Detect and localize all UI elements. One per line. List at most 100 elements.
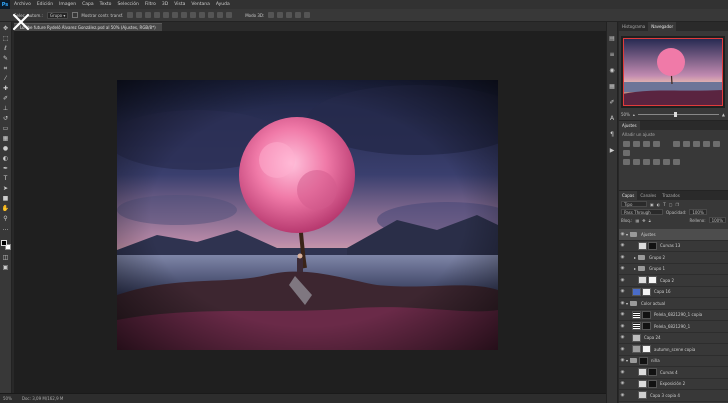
visibility-eye-icon[interactable]: ◉ — [619, 358, 626, 363]
align-middle-icon[interactable] — [136, 12, 143, 18]
visibility-eye-icon[interactable]: ◉ — [619, 266, 626, 271]
crop-tool-icon[interactable]: ⌗ — [2, 65, 10, 73]
zoom-slider[interactable] — [637, 111, 719, 117]
black-white-icon[interactable] — [703, 141, 710, 147]
tab-channels[interactable]: Canales — [637, 193, 659, 198]
shape-tool-icon[interactable]: ■ — [2, 195, 10, 203]
visibility-eye-icon[interactable]: ◉ — [619, 255, 626, 260]
lock-pixels-icon[interactable]: ▦ — [635, 218, 639, 223]
actions-icon[interactable]: ▶ — [608, 146, 616, 154]
layer-row[interactable]: ◉ Capa 16 — [619, 287, 728, 298]
menu-capa[interactable]: Capa — [82, 2, 94, 7]
layer-row[interactable]: ◉ ▾ Ajustes — [619, 229, 728, 241]
dodge-tool-icon[interactable]: ◐ — [2, 155, 10, 163]
expand-icon[interactable]: ▾ — [626, 232, 628, 237]
levels-icon[interactable] — [633, 141, 640, 147]
color-swatches[interactable] — [0, 240, 11, 250]
tab-layers[interactable]: Capas — [619, 191, 638, 200]
distribute-left-icon[interactable] — [208, 12, 215, 18]
autoselect-dropdown[interactable]: Grupo ▾ — [46, 11, 69, 19]
curves-icon[interactable] — [643, 141, 650, 147]
character-icon[interactable]: A — [608, 114, 616, 122]
move-tool-icon[interactable]: ✥ — [2, 25, 10, 33]
selective-color-icon[interactable] — [673, 159, 680, 165]
align-left-icon[interactable] — [154, 12, 161, 18]
invert-icon[interactable] — [633, 159, 640, 165]
align-center-icon[interactable] — [163, 12, 170, 18]
layer-row[interactable]: ◉ ▸ Grupo 2 — [619, 252, 728, 264]
align-right-icon[interactable] — [172, 12, 179, 18]
hue-saturation-icon[interactable] — [683, 141, 690, 147]
opacity-field[interactable]: 100% — [689, 209, 707, 215]
layer-row[interactable]: ◉ Capa 3 copia 4 — [619, 390, 728, 402]
path-select-tool-icon[interactable]: ➤ — [2, 185, 10, 193]
brush-tool-icon[interactable]: ✐ — [2, 95, 10, 103]
visibility-eye-icon[interactable]: ◉ — [619, 381, 626, 386]
screen-mode-icon[interactable]: ▣ — [2, 264, 10, 272]
color-icon[interactable]: ◉ — [608, 66, 616, 74]
visibility-eye-icon[interactable]: ◉ — [619, 301, 626, 306]
visibility-eye-icon[interactable]: ◉ — [619, 312, 626, 317]
filter-shape-icon[interactable]: ▢ — [669, 202, 673, 207]
menu-imagen[interactable]: Imagen — [59, 2, 76, 7]
filter-type-icon[interactable]: T — [663, 202, 665, 207]
menu-seleccion[interactable]: Selección — [117, 2, 138, 7]
layer-row[interactable]: ◉ ▾ niña — [619, 356, 728, 367]
layer-row[interactable]: ◉ Capa 2 — [619, 275, 728, 287]
paragraph-icon[interactable]: ¶ — [608, 130, 616, 138]
layer-row[interactable]: ◉ Exposición 2 — [619, 379, 728, 390]
zoom-tool-icon[interactable]: ⚲ — [2, 215, 10, 223]
status-zoom[interactable]: 50% — [3, 396, 12, 401]
gradient-map-icon[interactable] — [663, 159, 670, 165]
foreground-color-swatch[interactable] — [0, 240, 7, 246]
navigator-view-frame[interactable] — [623, 38, 723, 106]
tab-paths[interactable]: Trazados — [659, 193, 683, 198]
expand-icon[interactable]: ▾ — [626, 358, 628, 363]
color-balance-icon[interactable] — [693, 141, 700, 147]
zoom-in-icon[interactable]: ▲ — [722, 112, 725, 117]
menu-texto[interactable]: Texto — [100, 2, 112, 7]
expand-icon[interactable]: ▸ — [634, 266, 636, 271]
stamp-tool-icon[interactable]: ⊥ — [2, 105, 10, 113]
pan-3d-icon[interactable] — [286, 12, 293, 18]
history-brush-tool-icon[interactable]: ↺ — [2, 115, 10, 123]
zoom-out-icon[interactable]: ▴ — [633, 112, 635, 117]
expand-icon[interactable]: ▾ — [626, 301, 628, 306]
visibility-eye-icon[interactable]: ◉ — [619, 232, 626, 237]
visibility-eye-icon[interactable]: ◉ — [619, 243, 626, 248]
roll-3d-icon[interactable] — [277, 12, 284, 18]
rotate-3d-icon[interactable] — [268, 12, 275, 18]
distribute-middle-icon[interactable] — [190, 12, 197, 18]
menu-archivo[interactable]: Archivo — [14, 2, 31, 7]
menu-edicion[interactable]: Edición — [37, 2, 53, 7]
visibility-eye-icon[interactable]: ◉ — [619, 393, 626, 398]
visibility-eye-icon[interactable]: ◉ — [619, 324, 626, 329]
menu-ayuda[interactable]: Ayuda — [216, 2, 230, 7]
swatches-icon[interactable]: ▦ — [608, 82, 616, 90]
menu-vista[interactable]: Vista — [174, 2, 185, 7]
visibility-eye-icon[interactable]: ◉ — [619, 278, 626, 283]
threshold-icon[interactable] — [653, 159, 660, 165]
navigator-zoom-value[interactable]: 50% — [621, 112, 630, 117]
canvas-area[interactable] — [14, 31, 606, 393]
history-icon[interactable]: ▤ — [608, 34, 616, 42]
distribute-top-icon[interactable] — [181, 12, 188, 18]
properties-icon[interactable]: ≡ — [608, 50, 616, 58]
filter-smart-icon[interactable]: ❐ — [676, 202, 680, 207]
lock-position-icon[interactable]: ✥ — [642, 218, 645, 223]
vibrance-icon[interactable] — [673, 141, 680, 147]
menu-filtro[interactable]: Filtro — [145, 2, 156, 7]
tab-histogram[interactable]: Histograma — [619, 24, 648, 29]
channel-mixer-icon[interactable] — [623, 150, 630, 156]
visibility-eye-icon[interactable]: ◉ — [619, 347, 626, 352]
layer-row[interactable]: ◉ ▸ Grupo 1 — [619, 264, 728, 275]
pen-tool-icon[interactable]: ✒ — [2, 165, 10, 173]
layer-row[interactable]: ◉ Curvas 4 — [619, 367, 728, 379]
tab-navigator[interactable]: Navegador — [648, 22, 677, 31]
zoom-slider-thumb[interactable] — [674, 111, 678, 117]
document-tab[interactable]: Lo the future Rydeló Álvarez González.ps… — [14, 23, 162, 31]
close-icon[interactable] — [12, 13, 30, 31]
menu-3d[interactable]: 3D — [162, 2, 168, 7]
layer-row[interactable]: ◉ Pelela_6821290_1 copia — [619, 310, 728, 321]
eraser-tool-icon[interactable]: ▭ — [2, 125, 10, 133]
